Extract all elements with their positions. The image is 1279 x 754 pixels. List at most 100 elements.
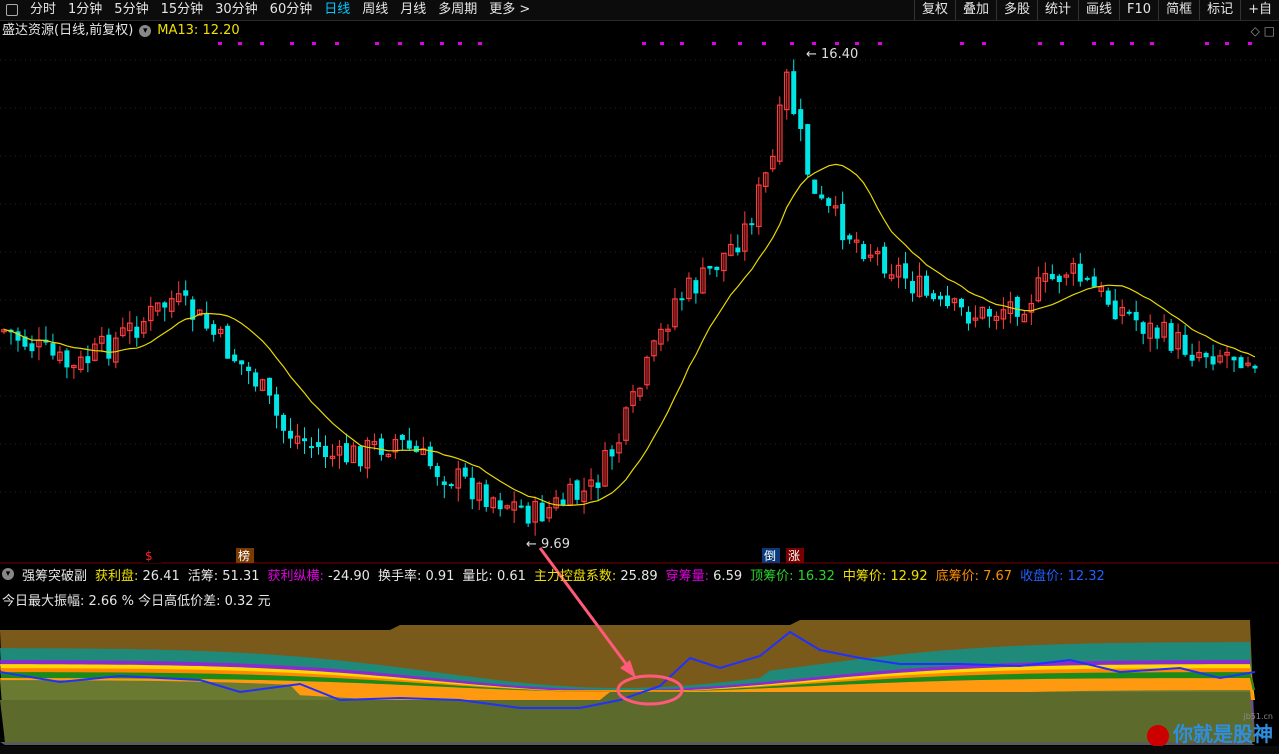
buy-mark	[738, 42, 742, 45]
candle-down	[274, 394, 280, 416]
buy-mark	[458, 42, 462, 45]
candle-down	[162, 302, 168, 308]
candle-down	[211, 324, 217, 335]
candle-down	[931, 293, 937, 300]
candle-down	[232, 354, 238, 362]
candle-down	[944, 295, 950, 307]
buy-mark	[642, 42, 646, 45]
candle-down	[253, 372, 259, 387]
buy-mark	[290, 42, 294, 45]
candle-down	[406, 440, 412, 449]
candle-down	[819, 194, 825, 199]
candle-down	[1203, 352, 1209, 358]
candle-down	[267, 377, 273, 396]
buy-mark	[440, 42, 444, 45]
candle-down	[574, 480, 580, 500]
candle-down	[106, 334, 112, 359]
ma13-line	[3, 163, 1256, 507]
candle-down	[1238, 357, 1244, 369]
buy-mark	[1225, 42, 1229, 45]
candle-down	[1154, 327, 1160, 339]
candle-down	[1182, 334, 1188, 355]
candle-down	[427, 446, 433, 467]
buy-mark	[1038, 42, 1042, 45]
candle-down	[1231, 356, 1237, 361]
candle-down	[903, 263, 909, 279]
buy-mark	[982, 42, 986, 45]
candle-down	[399, 434, 405, 440]
candle-down	[1252, 365, 1258, 369]
buy-mark	[835, 42, 839, 45]
buy-mark	[335, 42, 339, 45]
candle-down	[791, 71, 797, 115]
candle-down	[965, 311, 971, 324]
kline-chart[interactable]: ← 16.40 ← 9.69 $ 榜 倒涨	[0, 0, 1279, 754]
buy-mark	[1092, 42, 1096, 45]
candle-down	[1056, 275, 1062, 282]
next-panel-strip	[0, 746, 1279, 754]
buy-mark	[375, 42, 379, 45]
candle-down	[315, 442, 321, 447]
candle-down	[812, 179, 818, 194]
event-marker: 涨	[788, 548, 800, 563]
candle-down	[1140, 322, 1146, 334]
candle-down	[609, 449, 615, 457]
candle-down	[1112, 300, 1118, 320]
candle-down	[483, 484, 489, 507]
indicator-dropdown-icon[interactable]: ▾	[2, 568, 14, 580]
candle-down	[1077, 263, 1083, 282]
buy-mark	[1130, 42, 1134, 45]
event-marker: 榜	[238, 548, 250, 563]
candle-down	[288, 430, 294, 439]
buy-mark	[238, 42, 242, 45]
candle-down	[1210, 356, 1216, 365]
indicator-item-10: 收盘价: 12.32	[1020, 569, 1105, 584]
candle-down	[707, 265, 713, 269]
candle-down	[302, 438, 308, 442]
indicator-item-0: 获利盘: 26.41	[95, 569, 180, 584]
candle-down	[1126, 311, 1132, 314]
candle-down	[1105, 290, 1111, 305]
buy-mark	[478, 42, 482, 45]
candle-down	[225, 325, 231, 359]
candle-down	[134, 326, 140, 338]
indicator-item-3: 换手率: 0.91	[377, 569, 455, 584]
indicator-item-7: 顶筹价: 16.32	[750, 569, 835, 584]
watermark-logo: 你就是股神	[1147, 718, 1273, 747]
chip-band-floor	[0, 742, 1255, 745]
high-price-label: ← 16.40	[806, 47, 858, 62]
candle-down	[239, 360, 245, 365]
candle-down	[1189, 354, 1195, 361]
buy-mark	[1248, 42, 1252, 45]
buy-mark	[398, 42, 402, 45]
candle-down	[322, 445, 328, 458]
candle-down	[413, 445, 419, 453]
candle-down	[50, 343, 56, 356]
candle-down	[986, 308, 992, 317]
candle-down	[64, 350, 70, 368]
indicator-item-8: 中筹价: 12.92	[842, 569, 928, 584]
candle-down	[1084, 277, 1090, 280]
indicator-item-4: 量比: 0.61	[462, 569, 526, 584]
indicator-item-6: 穿筹量: 6.59	[665, 569, 743, 584]
watermark-text: 你就是股神	[1173, 722, 1273, 746]
event-marker: $	[145, 549, 153, 563]
candle-down	[343, 443, 349, 463]
buy-mark	[960, 42, 964, 45]
buy-mark	[1205, 42, 1209, 45]
candle-down	[882, 246, 888, 274]
buy-mark	[1060, 42, 1064, 45]
candle-down	[434, 466, 440, 477]
indicator-name: 强筹突破副	[22, 569, 88, 584]
candle-down	[448, 484, 454, 487]
indicator-row2: 今日最大振幅: 2.66 % 今日高低价差: 0.32 元	[2, 594, 271, 609]
candle-down	[539, 502, 545, 522]
event-marker: 倒	[764, 549, 776, 563]
buy-mark	[712, 42, 716, 45]
buy-mark	[260, 42, 264, 45]
candle-down	[958, 298, 964, 308]
candle-down	[1049, 273, 1055, 280]
candle-down	[85, 356, 91, 364]
candle-down	[693, 280, 699, 294]
candle-down	[518, 505, 524, 508]
